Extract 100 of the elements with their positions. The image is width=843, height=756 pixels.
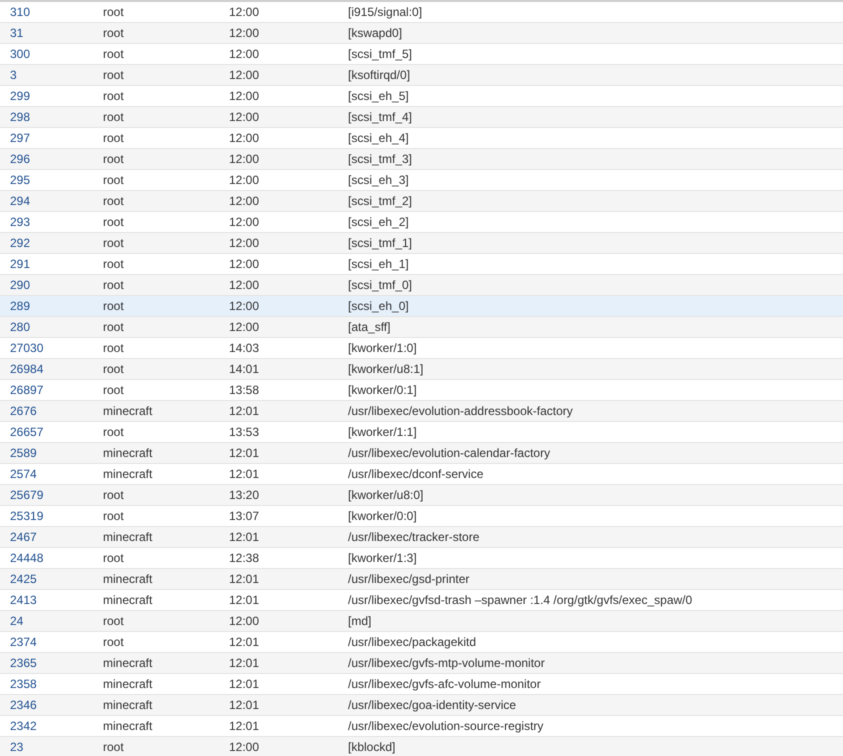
table-row[interactable]: 24 root 12:00 [md] [0,611,843,632]
table-cell-text: root [103,424,125,441]
table-cell-text: root [103,298,125,315]
table-cell-text: /usr/libexec/goa-identity-service [348,697,516,714]
table-cell-text: 23 [9,739,24,756]
table-cell-text: [kswapd0] [348,25,402,42]
table-cell-text: 12:01 [229,697,260,714]
table-cell-text: root [103,319,125,336]
table-cell-text: [kworker/0:0] [348,508,417,525]
table-row[interactable]: 2346 minecraft 12:01 /usr/libexec/goa-identity-service [0,695,843,716]
table-cell-text: 12:38 [229,550,260,567]
table-row[interactable]: 292 root 12:00 [scsi_tmf_1] [0,233,843,254]
table-cell-text: [scsi_tmf_4] [348,109,412,126]
table-cell-text: 12:00 [229,172,260,189]
table-cell-text: 12:00 [229,25,260,42]
table-row[interactable]: 2365 minecraft 12:01 /usr/libexec/gvfs-mtp-volume-monitor [0,653,843,674]
table-row[interactable]: 289 root 12:00 [scsi_eh_0] [0,296,843,317]
table-row[interactable]: 25679 root 13:20 [kworker/u8:0] [0,485,843,506]
table-cell-text: 292 [9,235,32,252]
table-cell-text: root [103,193,125,210]
table-cell-text: [scsi_eh_0] [348,298,409,315]
table-cell-text: 24 [9,613,24,630]
table-cell-text: [scsi_tmf_0] [348,277,412,294]
table-cell-text: 26897 [9,382,44,399]
table-cell-text: 2358 [9,676,38,693]
table-cell-text: /usr/libexec/evolution-calendar-factory [348,445,550,462]
table-cell-text: minecraft [103,403,154,420]
table-cell-text: root [103,634,125,651]
table-cell-text: 294 [9,193,32,210]
table-cell-text: root [103,4,125,21]
table-cell-text: 12:00 [229,46,260,63]
table-cell-text: /usr/libexec/gvfs-mtp-volume-monitor [348,655,545,672]
table-cell-text: root [103,277,125,294]
table-cell-text: 12:01 [229,676,260,693]
table-cell-text: root [103,340,125,357]
table-cell-text: [kblockd] [348,739,396,756]
table-cell-text: [scsi_eh_2] [348,214,409,231]
table-cell-text: root [103,151,125,168]
table-cell-text: 12:01 [229,571,260,588]
table-cell-text: 12:00 [229,319,260,336]
table-row[interactable]: 3 root 12:00 [ksoftirqd/0] [0,65,843,86]
table-cell-text: 12:01 [229,592,260,609]
table-row[interactable]: 280 root 12:00 [ata_sff] [0,317,843,338]
table-cell-text: [scsi_tmf_2] [348,193,412,210]
table-cell-text: 12:00 [229,277,260,294]
table-cell-text: [scsi_tmf_1] [348,235,412,252]
table-cell-text: 12:01 [229,529,260,546]
table-cell-text: [kworker/u8:1] [348,361,424,378]
table-cell-text: 12:00 [229,67,260,84]
table-cell-text: 12:01 [229,718,260,735]
table-cell-text: /usr/libexec/evolution-addressbook-factory [348,403,573,420]
table-row[interactable]: 2589 minecraft 12:01 /usr/libexec/evolution-calendar-factory [0,443,843,464]
table-cell-text: minecraft [103,445,154,462]
table-cell-text: root [103,550,125,567]
table-row[interactable]: 294 root 12:00 [scsi_tmf_2] [0,191,843,212]
table-cell-text: 12:00 [229,739,260,756]
table-row[interactable]: 298 root 12:00 [scsi_tmf_4] [0,107,843,128]
table-cell-text: root [103,25,125,42]
table-cell-text: [scsi_tmf_5] [348,46,412,63]
table-cell-text: 299 [9,88,32,105]
table-cell-text: 295 [9,172,32,189]
table-row[interactable]: 290 root 12:00 [scsi_tmf_0] [0,275,843,296]
table-cell-text: 293 [9,214,32,231]
table-cell-text: 25679 [9,487,44,504]
table-row[interactable]: 31 root 12:00 [kswapd0] [0,23,843,44]
table-cell-text: 2413 [9,592,38,609]
table-row[interactable]: 2467 minecraft 12:01 /usr/libexec/tracker-store [0,527,843,548]
table-cell-text: 2467 [9,529,38,546]
table-cell-text: root [103,109,125,126]
table-cell-text: /usr/libexec/gvfsd-trash –spawner :1.4 /org/gtk/gvfs/exec_spaw/0 [348,592,692,609]
table-cell-text: 27030 [9,340,44,357]
table-cell-text: 12:01 [229,466,260,483]
table-row[interactable]: 2676 minecraft 12:01 /usr/libexec/evolution-addressbook-factory [0,401,843,422]
table-cell-text: 12:01 [229,445,260,462]
table-cell-text: [scsi_eh_4] [348,130,409,147]
table-cell-text: 12:01 [229,655,260,672]
table-cell-text: root [103,382,125,399]
table-cell-text: 25319 [9,508,44,525]
table-cell-text: [scsi_eh_5] [348,88,409,105]
table-cell-text: minecraft [103,697,154,714]
table-cell-text: 12:00 [229,88,260,105]
table-cell-text: [scsi_eh_3] [348,172,409,189]
table-cell-text: /usr/libexec/packagekitd [348,634,476,651]
table-cell-text: 26984 [9,361,44,378]
table-cell-text: minecraft [103,592,154,609]
table-cell-text: [kworker/1:0] [348,340,417,357]
table-cell-text: 31 [9,25,24,42]
table-cell-text: root [103,613,125,630]
table-cell-text: 12:01 [229,403,260,420]
table-cell-text: 2676 [9,403,38,420]
table-row[interactable]: 296 root 12:00 [scsi_tmf_3] [0,149,843,170]
table-row[interactable]: 26984 root 14:01 [kworker/u8:1] [0,359,843,380]
table-cell-text: [kworker/0:1] [348,382,417,399]
table-cell-text: root [103,739,125,756]
table-row[interactable]: 23 root 12:00 [kblockd] [0,737,843,756]
table-row[interactable]: 2425 minecraft 12:01 /usr/libexec/gsd-printer [0,569,843,590]
table-cell-text: 12:00 [229,151,260,168]
table-cell-text: [kworker/u8:0] [348,487,424,504]
table-cell-text: 12:00 [229,4,260,21]
table-cell-text: [i915/signal:0] [348,4,422,21]
